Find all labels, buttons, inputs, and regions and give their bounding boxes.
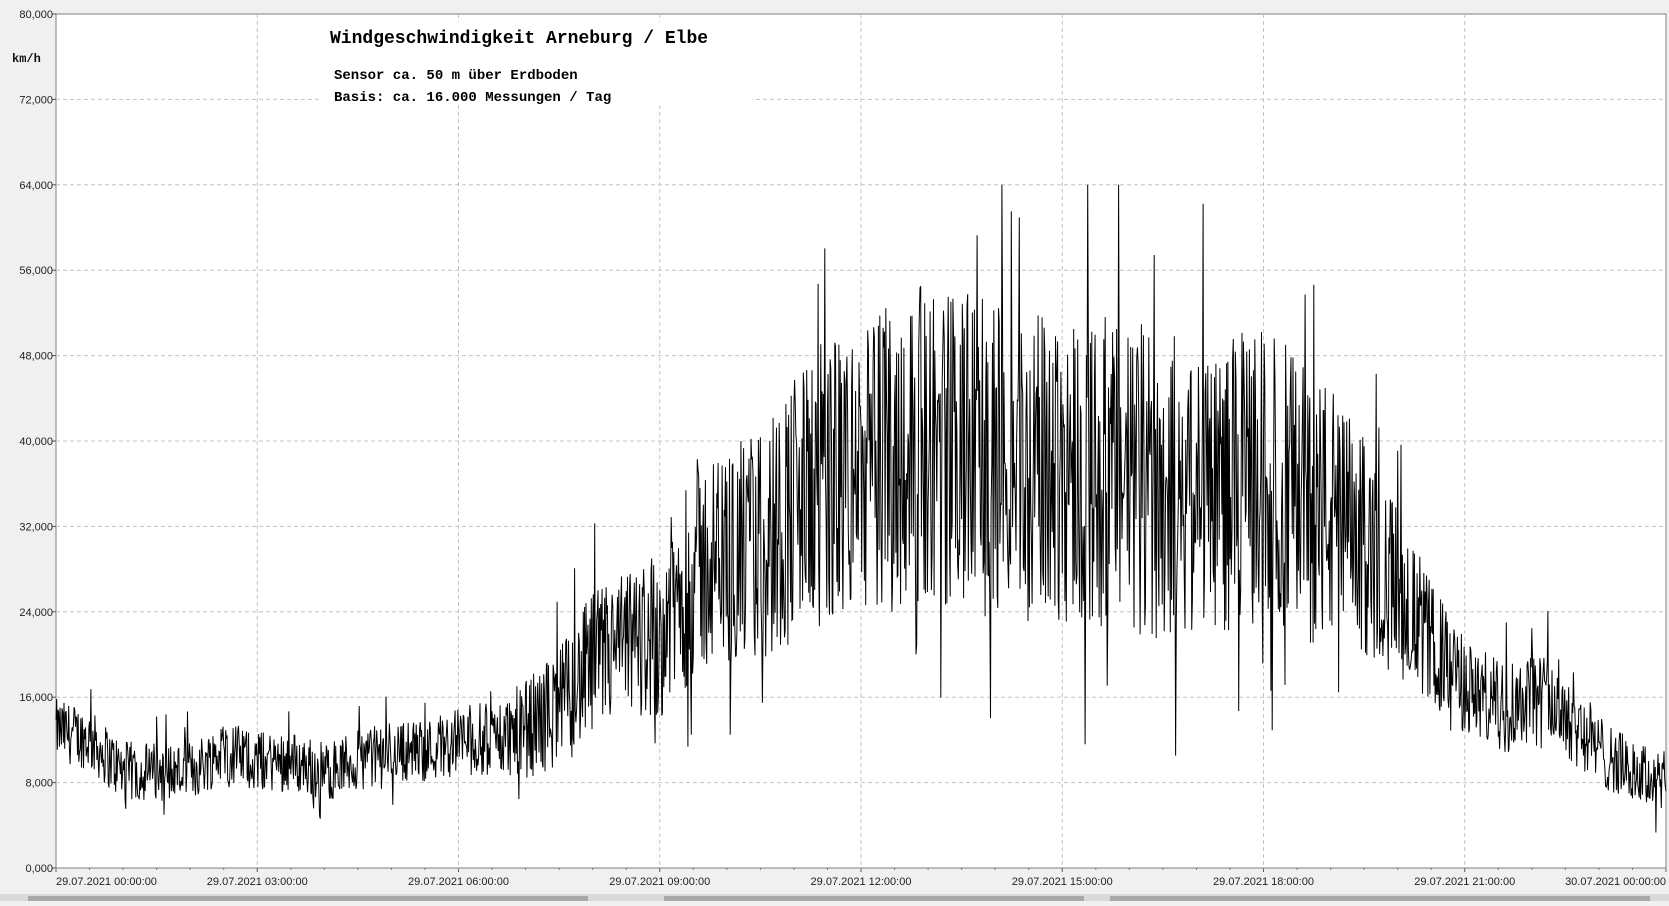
x-tick-label: 29.07.2021 18:00:00: [1213, 876, 1314, 888]
y-axis-label: km/h: [12, 52, 41, 66]
x-tick-label: 29.07.2021 12:00:00: [811, 876, 912, 888]
chart: 0,000 8,000 16,000 24,000 32,000 40,000 48,000…: [0, 0, 1669, 901]
y-tick-label: 32,000: [19, 521, 53, 533]
y-tick-label: 8,000: [25, 778, 53, 790]
y-tick-label: 48,000: [19, 351, 53, 363]
x-tick-label: 29.07.2021 06:00:00: [408, 876, 509, 888]
x-tick-label: 29.07.2021 21:00:00: [1414, 876, 1515, 888]
y-tick-label: 16,000: [19, 692, 53, 704]
bottom-strip-segment: [28, 896, 588, 901]
y-tick-label: 40,000: [19, 436, 53, 448]
y-tick-label: 0,000: [25, 863, 53, 875]
bottom-strip-segment: [1110, 896, 1650, 901]
chart-subtitle-line: Sensor ca. 50 m über Erdboden: [334, 68, 578, 84]
y-tick-label: 80,000: [19, 9, 53, 21]
wind-speed-chart: 0,000 8,000 16,000 24,000 32,000 40,000 48,000…: [0, 9, 1669, 901]
bottom-strip-segment: [664, 896, 1084, 901]
x-tick-label: 29.07.2021 03:00:00: [207, 876, 308, 888]
y-tick-label: 56,000: [19, 265, 53, 277]
y-tick-label: 72,000: [19, 94, 53, 106]
x-tick-label: 29.07.2021 00:00:00: [56, 876, 157, 888]
x-tick-label: 29.07.2021 15:00:00: [1012, 876, 1113, 888]
x-tick-label: 29.07.2021 09:00:00: [609, 876, 710, 888]
x-tick-label: 30.07.2021 00:00:00: [1565, 876, 1666, 888]
chart-subtitle-line: Basis: ca. 16.000 Messungen / Tag: [334, 90, 611, 106]
y-tick-label: 24,000: [19, 607, 53, 619]
chart-title: Windgeschwindigkeit Arneburg / Elbe: [330, 29, 708, 49]
y-tick-label: 64,000: [19, 180, 53, 192]
